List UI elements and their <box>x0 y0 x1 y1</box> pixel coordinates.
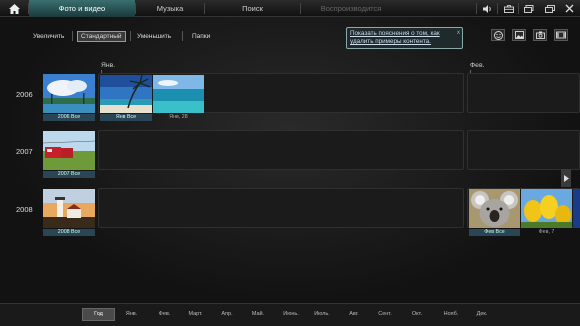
toolbox-icon <box>503 4 514 13</box>
people-filter-button[interactable] <box>491 29 505 41</box>
photo-thumbnail-feb-7[interactable] <box>521 189 572 228</box>
caption-2007-all[interactable]: 2007 Все <box>43 171 95 178</box>
volume-icon <box>482 4 491 13</box>
tab-now-playing: Воспроизводится <box>320 4 382 13</box>
chevron-right-icon <box>563 174 569 182</box>
date-nav-item[interactable]: Март. <box>181 308 210 321</box>
date-nav-item[interactable]: Фев. <box>150 308 179 321</box>
month-thumbnail-jan-2006[interactable] <box>100 75 152 113</box>
camera-filter-button[interactable] <box>533 29 547 41</box>
palm-beach-photo <box>100 75 152 113</box>
top-nav-bar: Фото и видео Музыка Поиск Воспроизводитс… <box>0 0 580 17</box>
date-nav-item[interactable]: Авг. <box>341 308 367 321</box>
volume-button[interactable] <box>479 0 496 17</box>
caption-jan-all-2006[interactable]: Янв Все <box>100 114 152 121</box>
pictures-filter-button[interactable] <box>512 29 526 41</box>
close-icon <box>565 4 574 13</box>
folders-view-button[interactable]: Папки <box>189 31 213 42</box>
date-nav-item[interactable]: Июль. <box>308 308 336 321</box>
year-label-2008: 2008 <box>16 205 33 214</box>
caption-feb-all-2008[interactable]: Фев Все <box>469 229 520 236</box>
zoom-out-button[interactable]: Уменьшить <box>134 31 174 42</box>
month-header-feb: Фев. <box>470 62 485 69</box>
photo-thumbnail-jan-28[interactable] <box>153 75 204 113</box>
remove-sample-content-link[interactable]: Показать пояснения о том, как удалить пр… <box>346 27 463 49</box>
home-icon <box>8 3 20 14</box>
month-header-jan: Янв. <box>101 62 116 69</box>
lighthouse-photo <box>43 189 95 228</box>
tab-photos-videos[interactable]: Фото и видео <box>29 0 135 17</box>
caption-jan-28: Янв, 28 <box>169 114 188 120</box>
maximize-icon <box>544 4 555 13</box>
smiley-icon <box>493 30 503 40</box>
scroll-right-button[interactable] <box>561 169 571 187</box>
koala-photo <box>469 189 520 228</box>
tulips-photo <box>521 189 572 228</box>
month-panel-2007-feb <box>467 130 580 170</box>
date-nav-item[interactable]: Июнь. <box>276 308 306 321</box>
tip-close-button[interactable]: x <box>457 29 460 37</box>
photo-thumbnail-partial[interactable] <box>573 189 580 228</box>
picture-icon <box>514 31 524 39</box>
month-panel-2008-jan <box>98 188 464 228</box>
date-nav-item[interactable]: Сент. <box>372 308 398 321</box>
date-nav-item[interactable]: Май. <box>244 308 272 321</box>
date-nav-item[interactable]: Нояб. <box>436 308 466 321</box>
date-nav-item[interactable]: Окт. <box>405 308 429 321</box>
maximize-button[interactable] <box>541 0 558 17</box>
home-button[interactable] <box>0 0 28 17</box>
year-label-2006: 2006 <box>16 90 33 99</box>
month-panel-2006-feb <box>467 73 580 113</box>
date-nav-item[interactable]: Янв. <box>117 308 146 321</box>
red-train-photo <box>43 131 95 170</box>
camera-icon <box>535 31 545 39</box>
video-filter-button[interactable] <box>554 29 568 41</box>
caption-2006-all[interactable]: 2006 Все <box>43 114 95 121</box>
close-button[interactable] <box>561 0 578 17</box>
year-thumbnail-2008[interactable] <box>43 189 95 228</box>
zoom-in-button[interactable]: Увеличить <box>30 31 67 42</box>
year-thumbnail-2006[interactable] <box>43 74 95 113</box>
tab-music[interactable]: Музыка <box>136 0 204 17</box>
ocean-photo <box>153 75 204 113</box>
tab-search[interactable]: Поиск <box>205 0 300 17</box>
tip-text: Показать пояснения о том, как удалить пр… <box>350 30 440 45</box>
restore-icon <box>523 4 533 13</box>
year-label-2007: 2007 <box>16 147 33 156</box>
toolbox-button[interactable] <box>500 0 517 17</box>
month-panel-2007-jan <box>98 130 464 170</box>
date-nav-item[interactable]: Год <box>82 308 115 321</box>
caption-2008-all[interactable]: 2008 Все <box>43 229 95 236</box>
minimize-button[interactable] <box>520 0 537 17</box>
date-nav-item[interactable]: Апр. <box>213 308 241 321</box>
standard-view-button[interactable]: Стандартный <box>77 31 126 42</box>
film-icon <box>556 31 566 39</box>
month-thumbnail-feb-2008[interactable] <box>469 189 520 228</box>
date-nav-item[interactable]: Дек. <box>470 308 494 321</box>
caption-feb-7: Фев, 7 <box>538 229 555 235</box>
year-thumbnail-2007[interactable] <box>43 131 95 170</box>
beach-clouds-photo <box>43 74 95 113</box>
